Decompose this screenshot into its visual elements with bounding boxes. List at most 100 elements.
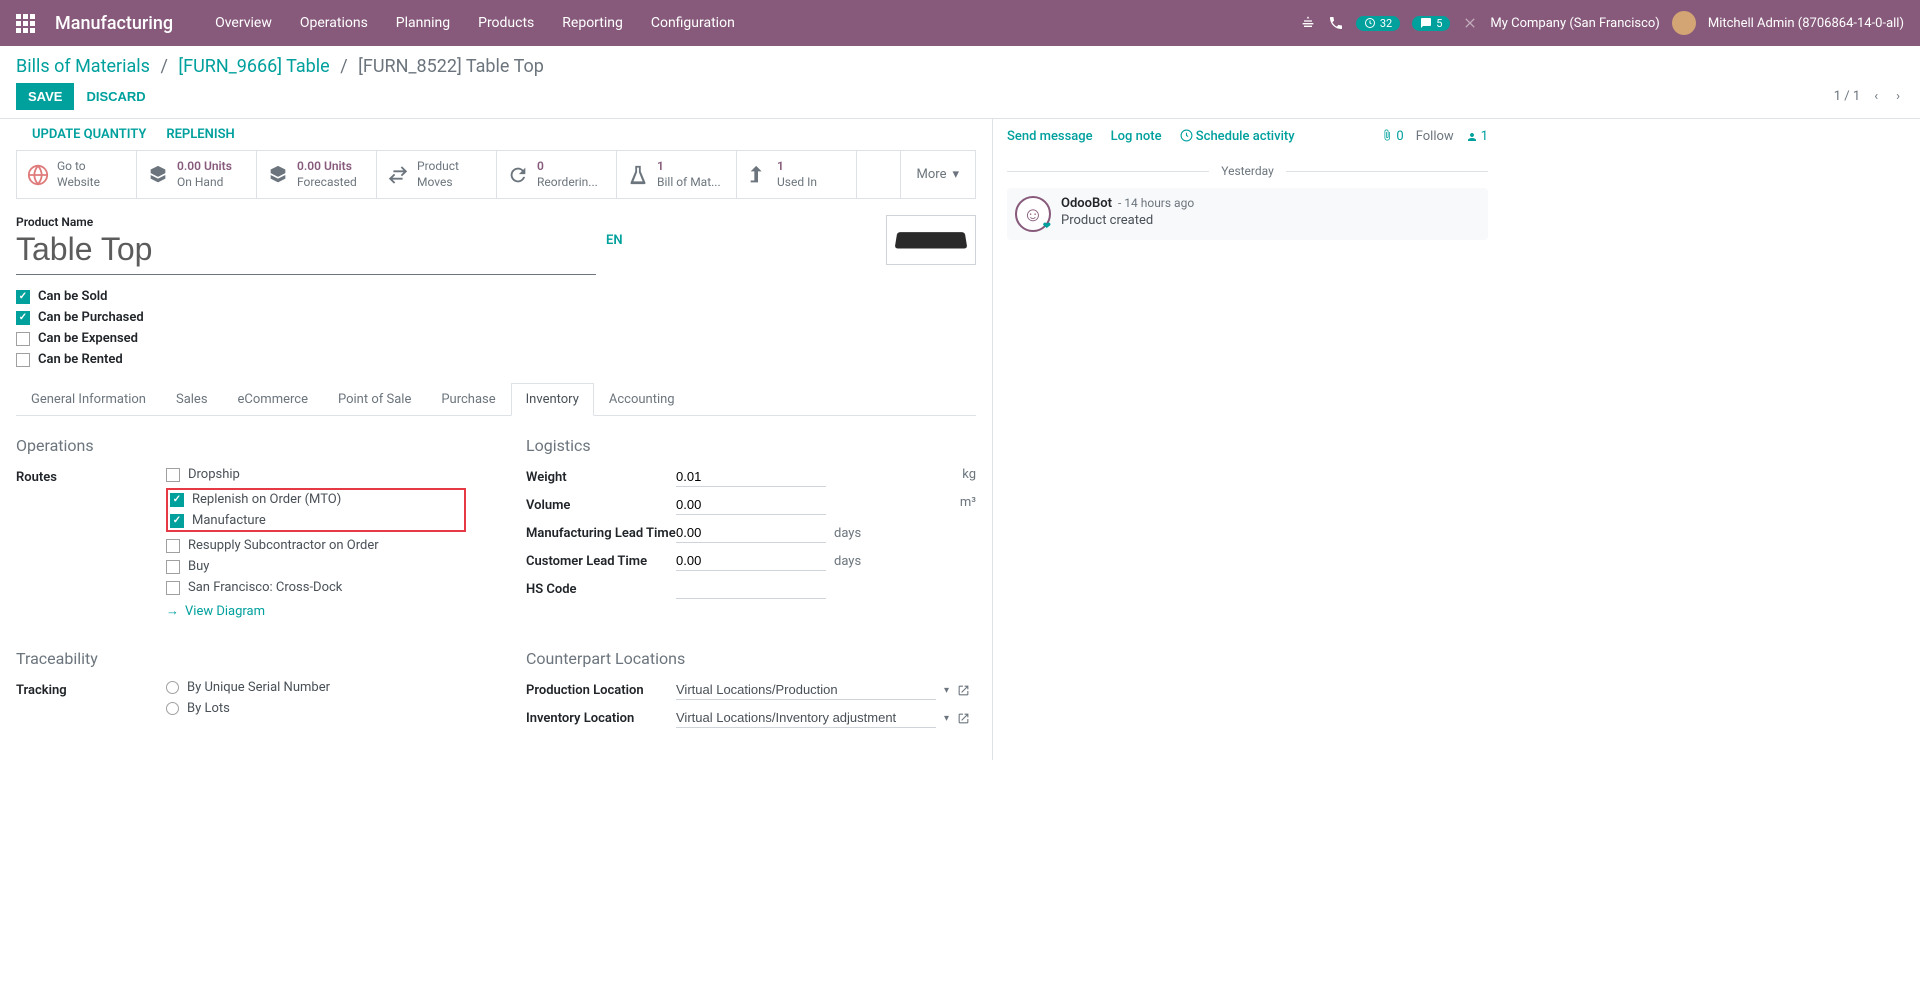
stat-buttons: Go toWebsite 0.00 UnitsOn Hand 0.00 Unit… [16, 150, 976, 199]
mlt-input[interactable] [676, 523, 826, 543]
inventory-location-select[interactable] [676, 708, 936, 728]
volume-input[interactable] [676, 495, 826, 515]
timer-badge[interactable]: 32 [1356, 16, 1400, 31]
radio-serial[interactable] [166, 681, 179, 694]
weight-input[interactable] [676, 467, 826, 487]
product-image[interactable] [886, 215, 976, 265]
inventory-tab-content: Operations Routes Dropship Replenish on … [16, 436, 976, 736]
routes-highlight: Replenish on Order (MTO) Manufacture [166, 488, 466, 532]
production-location-select[interactable] [676, 680, 936, 700]
attachment-count[interactable]: 0 [1381, 129, 1404, 144]
save-button[interactable]: SAVE [16, 83, 74, 110]
logistics-col: Logistics Weight kg Volume m³ Manufactur… [526, 436, 976, 736]
nav-products[interactable]: Products [466, 7, 546, 39]
pager-next[interactable]: › [1892, 85, 1904, 108]
refresh-icon [507, 164, 529, 186]
bot-avatar-icon: ☺ [1015, 196, 1051, 232]
stat-forecast[interactable]: 0.00 UnitsForecasted [257, 151, 377, 198]
company-name[interactable]: My Company (San Francisco) [1490, 16, 1659, 31]
send-message-button[interactable]: Send message [1007, 129, 1093, 144]
nav-planning[interactable]: Planning [384, 7, 462, 39]
action-row: UPDATE QUANTITY REPLENISH [16, 119, 976, 150]
nav-configuration[interactable]: Configuration [639, 7, 747, 39]
log-note-button[interactable]: Log note [1111, 129, 1162, 144]
product-options: Can be Sold Can be Purchased Can be Expe… [16, 289, 976, 367]
chk-buy[interactable] [166, 560, 180, 574]
user-avatar[interactable] [1672, 11, 1696, 35]
message-time: - 14 hours ago [1118, 196, 1194, 210]
chk-expensed[interactable] [16, 332, 30, 346]
chevron-down-icon[interactable]: ▾ [944, 713, 949, 724]
operations-title: Operations [16, 436, 466, 455]
discard-button[interactable]: DISCARD [74, 83, 157, 110]
schedule-activity-button[interactable]: Schedule activity [1180, 129, 1295, 144]
breadcrumb-mid[interactable]: [FURN_9666] Table [178, 56, 329, 77]
external-link-icon[interactable] [957, 684, 970, 697]
chatter-panel: Send message Log note Schedule activity … [992, 119, 1502, 760]
view-diagram-link[interactable]: → View Diagram [166, 603, 265, 619]
follow-button[interactable]: Follow [1416, 129, 1454, 144]
radio-lots[interactable] [166, 702, 179, 715]
form-tabs: General Information Sales eCommerce Poin… [16, 383, 976, 416]
stat-more[interactable]: More ▾ [900, 151, 975, 198]
chk-mto[interactable] [170, 493, 184, 507]
chk-rented[interactable] [16, 353, 30, 367]
tab-general[interactable]: General Information [16, 383, 161, 416]
form-sheet: UPDATE QUANTITY REPLENISH Go toWebsite 0… [0, 119, 992, 760]
stat-website[interactable]: Go toWebsite [17, 151, 137, 198]
close-tray-icon[interactable] [1462, 15, 1478, 31]
stat-bom[interactable]: 1Bill of Mat... [617, 151, 737, 198]
tab-ecommerce[interactable]: eCommerce [223, 383, 323, 416]
product-name-label: Product Name [16, 215, 976, 229]
main-split: UPDATE QUANTITY REPLENISH Go toWebsite 0… [0, 119, 1920, 760]
exchange-icon [387, 164, 409, 186]
clt-input[interactable] [676, 551, 826, 571]
stat-usedin[interactable]: 1Used In [737, 151, 857, 198]
level-up-icon [747, 164, 769, 186]
bug-icon[interactable] [1300, 15, 1316, 31]
pager-text: 1 / 1 [1834, 89, 1860, 104]
external-link-icon[interactable] [957, 712, 970, 725]
apps-icon[interactable] [16, 14, 35, 33]
day-separator: Yesterday [1007, 164, 1488, 178]
tab-pos[interactable]: Point of Sale [323, 383, 426, 416]
flask-icon [627, 164, 649, 186]
chk-sold[interactable] [16, 290, 30, 304]
breadcrumb-root[interactable]: Bills of Materials [16, 56, 150, 77]
nav-overview[interactable]: Overview [203, 7, 284, 39]
language-badge[interactable]: EN [606, 233, 623, 248]
cubes-icon [267, 164, 289, 186]
logistics-title: Logistics [526, 436, 976, 455]
routes-label: Routes [16, 467, 166, 485]
chk-manufacture[interactable] [170, 514, 184, 528]
message-item: ☺ OdooBot - 14 hours ago Product created [1007, 188, 1488, 240]
pager-prev[interactable]: ‹ [1870, 85, 1882, 108]
nav-operations[interactable]: Operations [288, 7, 380, 39]
arrow-right-icon: → [166, 603, 179, 619]
tab-accounting[interactable]: Accounting [594, 383, 690, 416]
update-quantity-button[interactable]: UPDATE QUANTITY [32, 127, 146, 142]
replenish-button[interactable]: REPLENISH [166, 127, 234, 142]
follower-count[interactable]: 1 [1466, 129, 1488, 144]
user-name[interactable]: Mitchell Admin (8706864-14-0-all) [1708, 16, 1904, 31]
stat-onhand[interactable]: 0.00 UnitsOn Hand [137, 151, 257, 198]
cp-actions: SAVE DISCARD 1 / 1 ‹ › [16, 83, 1904, 110]
tab-sales[interactable]: Sales [161, 383, 223, 416]
chat-badge[interactable]: 5 [1412, 16, 1450, 31]
app-title: Manufacturing [55, 13, 173, 34]
tab-purchase[interactable]: Purchase [426, 383, 510, 416]
nav-reporting[interactable]: Reporting [550, 7, 635, 39]
breadcrumb-current: [FURN_8522] Table Top [358, 56, 544, 77]
stat-moves[interactable]: ProductMoves [377, 151, 497, 198]
tab-inventory[interactable]: Inventory [511, 383, 594, 416]
product-name-input[interactable] [16, 229, 596, 275]
stat-reorder[interactable]: 0Reorderin... [497, 151, 617, 198]
phone-icon[interactable] [1328, 15, 1344, 31]
hs-input[interactable] [676, 579, 826, 599]
chevron-down-icon[interactable]: ▾ [944, 685, 949, 696]
chk-dropship[interactable] [166, 468, 180, 482]
chk-purchased[interactable] [16, 311, 30, 325]
chk-crossdock[interactable] [166, 581, 180, 595]
chk-resupply[interactable] [166, 539, 180, 553]
pager: 1 / 1 ‹ › [1834, 85, 1904, 108]
